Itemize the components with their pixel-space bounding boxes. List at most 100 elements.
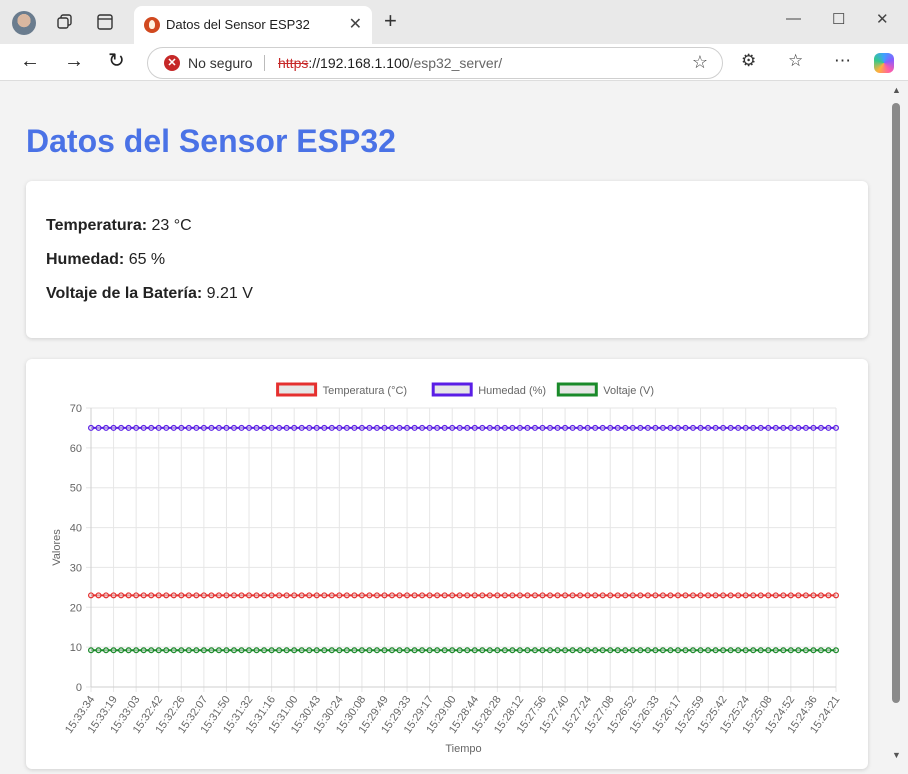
scroll-up-icon[interactable]: ▲ [892,85,901,95]
data-point [547,592,554,599]
data-point [381,592,388,599]
workspaces-icon[interactable] [56,13,74,31]
data-point [208,592,215,599]
favorite-star-icon[interactable]: ☆ [692,52,708,73]
data-point [140,424,147,431]
data-point [810,592,817,599]
maximize-icon[interactable]: ☐ [832,10,845,28]
data-point [434,592,441,599]
data-point [531,424,538,431]
legend-label: Temperatura (°C) [323,385,407,397]
minimize-icon[interactable]: — [786,10,801,27]
data-point [667,592,674,599]
data-point [652,424,659,431]
close-tab-icon[interactable]: ✕ [349,14,362,34]
data-point [637,592,644,599]
chart-card: 0 10 20 30 40 50 60 70 15:33:34 15:33:19 15:33:03 1… [26,359,868,769]
data-point [125,647,132,654]
data-point [802,647,809,654]
data-point [291,647,298,654]
data-point [358,592,365,599]
data-point [155,592,162,599]
reading-value: 23 °C [151,217,192,234]
data-point [780,424,787,431]
data-point [667,647,674,654]
not-secure-icon[interactable]: ✕ [164,55,180,71]
scrollbar-thumb[interactable] [892,103,900,703]
data-point [358,424,365,431]
data-point [200,647,207,654]
data-point [185,592,192,599]
back-icon[interactable]: ← [20,51,40,71]
y-axis-title: Valores [51,529,63,566]
data-point [434,424,441,431]
data-point [103,592,110,599]
data-point [118,647,125,654]
extensions-icon[interactable]: ⚙ [741,51,756,71]
data-point [825,647,832,654]
scrollbar[interactable]: ▲ ▼ [888,81,908,764]
data-point [133,592,140,599]
data-point [614,647,621,654]
data-point [795,592,802,599]
y-tick-label: 20 [70,602,82,614]
data-point [313,424,320,431]
tab-actions-icon[interactable] [96,13,114,31]
data-point [659,647,666,654]
copilot-icon[interactable] [874,53,894,73]
url-text[interactable]: https://192.168.1.100/esp32_server/ [278,55,502,71]
data-point [449,592,456,599]
more-menu-icon[interactable]: ⋯ [834,51,851,71]
data-point [351,424,358,431]
data-point [735,424,742,431]
data-point [810,647,817,654]
data-point [411,647,418,654]
scroll-down-icon[interactable]: ▼ [892,750,901,760]
profile-avatar[interactable] [12,11,36,35]
data-point [742,592,749,599]
data-point [193,592,200,599]
data-point [343,592,350,599]
new-tab-button[interactable]: + [384,10,397,32]
page-viewport: Datos del Sensor ESP32 Temperatura: 23 °… [6,81,888,769]
favorites-icon[interactable]: ☆ [788,51,803,71]
data-point [757,424,764,431]
data-point [456,424,463,431]
data-point [298,424,305,431]
reading-value: 65 % [128,251,166,268]
data-point [599,647,606,654]
data-point [765,592,772,599]
data-point [787,592,794,599]
data-point [697,592,704,599]
data-point [795,424,802,431]
reading-label: Voltaje de la Batería: [46,285,203,302]
browser-tab[interactable]: Datos del Sensor ESP32 ✕ [134,6,372,44]
data-point [674,647,681,654]
data-point [577,424,584,431]
y-tick-label: 60 [70,443,82,455]
data-point [103,647,110,654]
data-point [629,424,636,431]
security-status[interactable]: No seguro [188,55,253,71]
data-point [404,424,411,431]
legend-label: Humedad (%) [478,385,546,397]
data-point [810,424,817,431]
data-point [539,424,546,431]
data-point [637,647,644,654]
data-point [750,424,757,431]
data-point [607,592,614,599]
close-window-icon[interactable]: ✕ [876,10,889,28]
data-point [464,424,471,431]
data-point [614,424,621,431]
refresh-icon[interactable]: ↻ [108,51,125,71]
data-point [208,424,215,431]
address-bar[interactable]: ✕ No seguro https://192.168.1.100/esp32_… [147,47,723,79]
data-point [599,424,606,431]
data-point [268,647,275,654]
forward-icon[interactable]: → [64,51,84,71]
data-point [396,647,403,654]
data-point [592,424,599,431]
data-point [667,424,674,431]
reading-label: Temperatura: [46,217,148,234]
data-point [336,592,343,599]
